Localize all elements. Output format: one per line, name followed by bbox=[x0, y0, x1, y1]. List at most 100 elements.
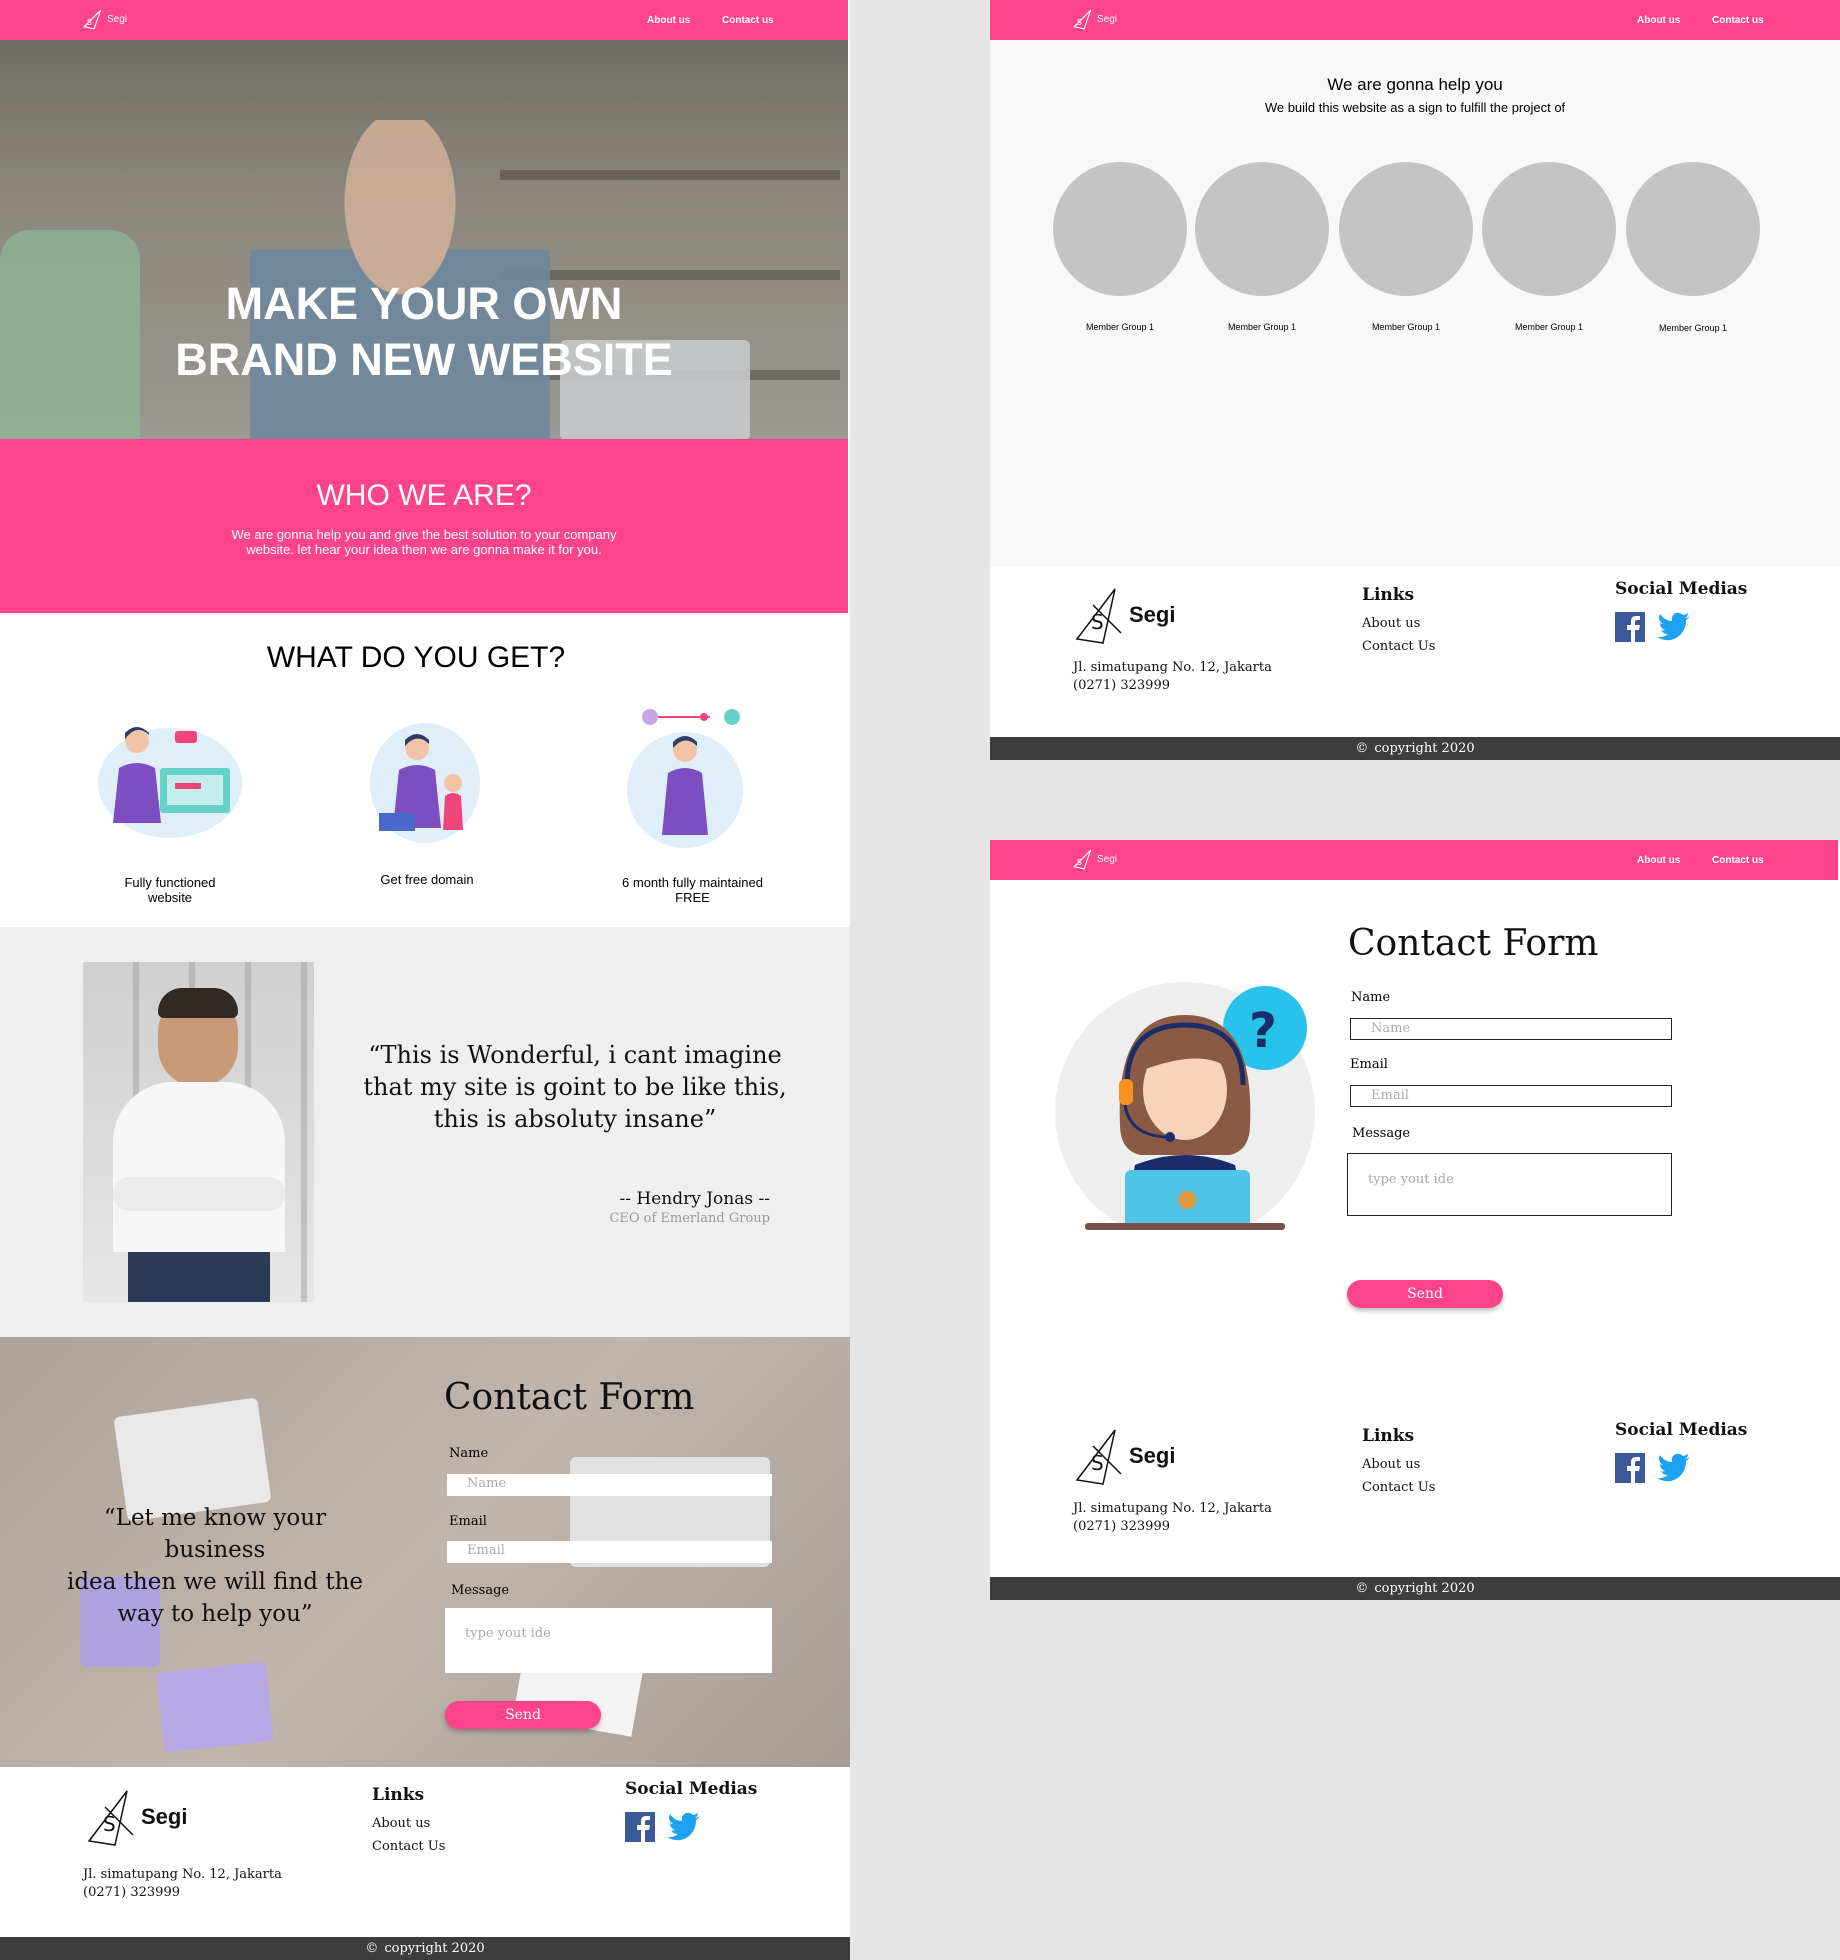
footer-brand: Segi bbox=[141, 1804, 188, 1829]
cf-message-textarea[interactable]: type yout ide bbox=[1347, 1153, 1672, 1216]
contact-footer-social-title: Social Medias bbox=[1615, 1420, 1748, 1440]
hero-line-2: BRAND NEW WEBSITE bbox=[175, 334, 673, 385]
team-nav-contact-link[interactable]: Contact us bbox=[1712, 15, 1764, 26]
copyright-icon: © bbox=[1355, 1581, 1369, 1596]
get-item-1-line2: website bbox=[147, 890, 193, 905]
twitter-icon[interactable] bbox=[1657, 1453, 1691, 1483]
twitter-icon[interactable] bbox=[667, 1812, 701, 1842]
cf-name-input[interactable]: Name bbox=[1350, 1018, 1672, 1040]
team-footer-link-contact[interactable]: Contact Us bbox=[1362, 635, 1435, 658]
testimonial-author: -- Hendry Jonas -- bbox=[619, 1189, 771, 1209]
member-avatar-5 bbox=[1626, 162, 1760, 296]
contact-quote: “Let me know your business idea then we … bbox=[65, 1502, 365, 1630]
contact-footer-logo[interactable]: S Segi bbox=[1073, 1426, 1175, 1486]
cf-send-button[interactable]: Send bbox=[1347, 1280, 1503, 1308]
get-item-2-line1: Get free domain bbox=[380, 872, 474, 887]
team-copyright-bar: © copyright 2020 bbox=[990, 737, 1840, 760]
quote-line-3: this is absoluty insane” bbox=[433, 1105, 717, 1133]
team-nav-about-link[interactable]: About us bbox=[1637, 15, 1680, 26]
navbar: S Segi About us Contact us bbox=[0, 0, 848, 40]
message-label: Message bbox=[451, 1583, 510, 1598]
email-input[interactable]: Email bbox=[447, 1541, 772, 1563]
contact-section: “Let me know your business idea then we … bbox=[0, 1337, 850, 1767]
name-input[interactable]: Name bbox=[447, 1474, 772, 1496]
team-navbar: S Segi About us Contact us bbox=[990, 0, 1840, 40]
quote-line-2: that my site is goint to be like this, bbox=[363, 1073, 787, 1101]
get-title: WHAT DO YOU GET? bbox=[266, 641, 566, 674]
team-subtitle: We build this website as a sign to fulfi… bbox=[1264, 100, 1566, 115]
get-item-1-line1: Fully functioned bbox=[124, 875, 216, 890]
landing-page: S Segi About us Contact us MAKE YOUR OWN… bbox=[0, 0, 850, 1960]
testimonial-photo bbox=[83, 962, 314, 1302]
member-avatar-3 bbox=[1339, 162, 1473, 296]
member-avatar-2 bbox=[1195, 162, 1329, 296]
message-textarea[interactable]: type yout ide bbox=[445, 1608, 772, 1673]
svg-text:S: S bbox=[1091, 1451, 1104, 1475]
footer-social-title: Social Medias bbox=[625, 1779, 758, 1799]
segi-logo-icon: S bbox=[87, 1790, 134, 1846]
member-avatar-1 bbox=[1053, 162, 1187, 296]
contact-page: S Segi About us Contact us ? Contact For… bbox=[990, 840, 1840, 1600]
contact-quote-line-3: way to help you” bbox=[117, 1601, 313, 1627]
maintenance-illustration bbox=[627, 709, 743, 848]
cf-email-input[interactable]: Email bbox=[1350, 1085, 1672, 1107]
team-footer-logo[interactable]: S Segi bbox=[1073, 585, 1175, 645]
contact-footer-address: Jl. simatupang No. 12, Jakarta bbox=[1073, 1501, 1272, 1516]
contact-copyright-bar: © copyright 2020 bbox=[990, 1577, 1840, 1600]
member-name-1: Member Group 1 bbox=[1085, 322, 1155, 332]
contact-footer-phone: (0271) 323999 bbox=[1073, 1519, 1170, 1534]
segi-logo-icon: S bbox=[1075, 1429, 1122, 1485]
who-text-2: website. let hear your idea then we are … bbox=[246, 542, 602, 557]
segi-logo-icon: S bbox=[1075, 588, 1122, 644]
member-name-5: Member Group 1 bbox=[1658, 323, 1728, 333]
quote-line-1: “This is Wonderful, i cant imagine bbox=[368, 1041, 782, 1069]
footer-phone: (0271) 323999 bbox=[83, 1885, 180, 1900]
cf-name-label: Name bbox=[1351, 990, 1391, 1005]
contact-footer-link-contact[interactable]: Contact Us bbox=[1362, 1476, 1435, 1499]
cf-title: Contact Form bbox=[1348, 923, 1599, 964]
who-title: WHO WE ARE? bbox=[316, 479, 532, 512]
photo-arms bbox=[113, 1177, 285, 1211]
domain-illustration bbox=[370, 723, 480, 843]
contact-footer-brand: Segi bbox=[1129, 1443, 1176, 1468]
footer-address: Jl. simatupang No. 12, Jakarta bbox=[83, 1867, 282, 1882]
member-avatar-4 bbox=[1482, 162, 1616, 296]
svg-text:S: S bbox=[1077, 18, 1082, 27]
twitter-icon[interactable] bbox=[1657, 612, 1691, 642]
facebook-icon[interactable] bbox=[1615, 1453, 1645, 1483]
footer: S Segi Jl. simatupang No. 12, Jakarta (0… bbox=[0, 1767, 850, 1937]
copyright-bar: © copyright 2020 bbox=[0, 1937, 850, 1960]
contact-nav-logo[interactable]: S Segi bbox=[1072, 848, 1117, 870]
nav-about-link[interactable]: About us bbox=[647, 15, 690, 26]
contact-footer-link-about[interactable]: About us bbox=[1362, 1453, 1420, 1476]
footer-logo[interactable]: S Segi bbox=[85, 1787, 187, 1847]
testimonial-quote: “This is Wonderful, i cant imagine that … bbox=[360, 1039, 790, 1135]
photo-hair bbox=[158, 988, 238, 1018]
footer-link-contact[interactable]: Contact Us bbox=[372, 1835, 445, 1858]
get-item-3: 6 month fully maintained FREE bbox=[600, 875, 785, 905]
who-text-1: We are gonna help you and give the best … bbox=[231, 527, 617, 542]
contact-nav-about-link[interactable]: About us bbox=[1637, 855, 1680, 866]
contact-quote-line-2: idea then we will find the bbox=[66, 1569, 364, 1595]
facebook-icon[interactable] bbox=[1615, 612, 1645, 642]
contact-navbar: S Segi About us Contact us bbox=[990, 840, 1838, 880]
photo-shirt bbox=[113, 1082, 285, 1252]
copyright-icon: © bbox=[365, 1941, 379, 1956]
support-agent-illustration: ? bbox=[1055, 982, 1315, 1230]
segi-logo-icon: S bbox=[1073, 849, 1092, 870]
nav-contact-link[interactable]: Contact us bbox=[722, 15, 774, 26]
contact-copyright-text: copyright 2020 bbox=[1374, 1581, 1475, 1596]
contact-nav-contact-link[interactable]: Contact us bbox=[1712, 855, 1764, 866]
send-button[interactable]: Send bbox=[445, 1701, 601, 1729]
svg-text:S: S bbox=[103, 1812, 116, 1836]
contact-title: Contact Form bbox=[444, 1377, 695, 1418]
team-footer-link-about[interactable]: About us bbox=[1362, 612, 1420, 635]
facebook-icon[interactable] bbox=[625, 1812, 655, 1842]
name-label: Name bbox=[449, 1446, 489, 1461]
member-name-4: Member Group 1 bbox=[1514, 322, 1584, 332]
contact-footer: S Segi Jl. simatupang No. 12, Jakarta (0… bbox=[990, 1408, 1840, 1578]
footer-link-about[interactable]: About us bbox=[372, 1812, 430, 1835]
team-nav-logo[interactable]: S Segi bbox=[1072, 8, 1117, 30]
nav-logo[interactable]: S Segi bbox=[82, 8, 127, 30]
team-footer-address: Jl. simatupang No. 12, Jakarta bbox=[1073, 660, 1272, 675]
